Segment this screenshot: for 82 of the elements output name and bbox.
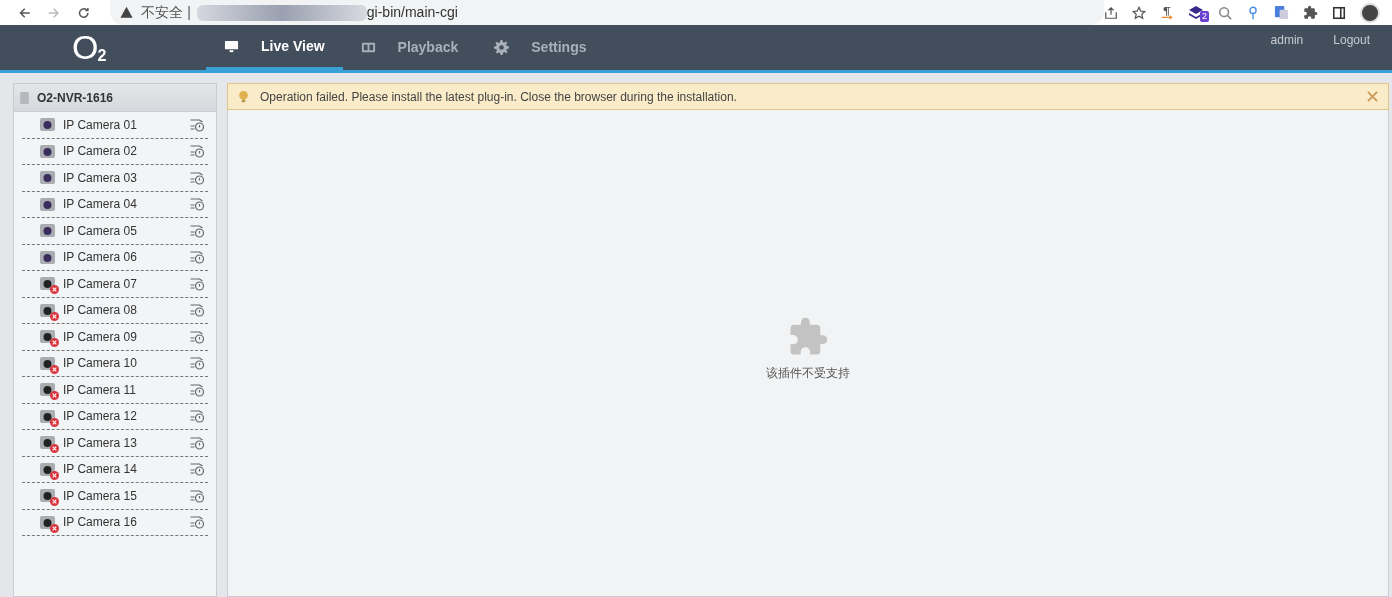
warning-icon bbox=[120, 6, 134, 19]
camera-item[interactable]: IP Camera 08 bbox=[22, 297, 208, 324]
camera-icon bbox=[40, 250, 55, 264]
camera-item[interactable]: IP Camera 05 bbox=[22, 218, 208, 245]
magnifier-icon[interactable] bbox=[1218, 5, 1232, 20]
camera-icon bbox=[40, 224, 55, 238]
error-icon bbox=[50, 417, 59, 427]
error-icon bbox=[50, 497, 59, 507]
playback-clock-icon[interactable] bbox=[189, 435, 206, 450]
playback-clock-icon[interactable] bbox=[189, 117, 206, 132]
playback-clock-icon[interactable] bbox=[189, 250, 206, 265]
error-icon bbox=[50, 470, 59, 480]
camera-icon bbox=[40, 515, 55, 529]
playback-clock-icon[interactable] bbox=[189, 382, 206, 397]
share-icon[interactable] bbox=[1104, 5, 1118, 20]
playback-clock-icon[interactable] bbox=[189, 409, 206, 424]
camera-icon bbox=[40, 171, 55, 185]
device-icon bbox=[20, 91, 29, 104]
sidepanel-icon[interactable] bbox=[1332, 5, 1346, 20]
camera-icon bbox=[40, 118, 55, 132]
star-icon[interactable] bbox=[1132, 5, 1146, 20]
error-icon bbox=[50, 364, 59, 374]
logo: O2 bbox=[72, 27, 108, 68]
pilcrow-icon[interactable] bbox=[1160, 5, 1174, 20]
playback-clock-icon[interactable] bbox=[189, 488, 206, 503]
username: admin bbox=[1270, 32, 1304, 49]
camera-item[interactable]: IP Camera 07 bbox=[22, 271, 208, 298]
url-text: gi-bin/main-cgi bbox=[366, 3, 458, 22]
playback-clock-icon[interactable] bbox=[189, 170, 206, 185]
reload-icon[interactable] bbox=[76, 5, 91, 20]
camera-item[interactable]: IP Camera 15 bbox=[22, 483, 208, 510]
playback-clock-icon[interactable] bbox=[189, 223, 206, 238]
plugin-message: 该插件不受支持 bbox=[766, 365, 850, 382]
puzzle-icon bbox=[1303, 5, 1318, 20]
camera-item[interactable]: IP Camera 02 bbox=[22, 138, 208, 165]
nav-tab[interactable]: Playback bbox=[342, 25, 477, 70]
camera-item[interactable]: IP Camera 13 bbox=[22, 430, 208, 457]
error-icon bbox=[50, 523, 59, 533]
playback-clock-icon[interactable] bbox=[189, 462, 206, 477]
pin-icon[interactable] bbox=[1246, 5, 1260, 20]
playback-clock-icon[interactable] bbox=[189, 356, 206, 371]
gear-icon bbox=[494, 40, 510, 55]
camera-icon bbox=[40, 356, 55, 370]
error-icon bbox=[50, 444, 59, 454]
playback-clock-icon[interactable] bbox=[189, 303, 206, 318]
camera-icon bbox=[40, 303, 55, 317]
error-icon bbox=[50, 285, 59, 295]
error-icon bbox=[50, 391, 59, 401]
layers-icon[interactable] bbox=[1188, 4, 1204, 21]
camera-icon bbox=[40, 197, 55, 211]
playback-clock-icon[interactable] bbox=[189, 197, 206, 212]
camera-icon bbox=[40, 462, 55, 476]
camera-item[interactable]: IP Camera 03 bbox=[22, 165, 208, 192]
error-icon bbox=[50, 338, 59, 348]
camera-item[interactable]: IP Camera 10 bbox=[22, 350, 208, 377]
nav-tab[interactable]: Live View bbox=[206, 25, 343, 70]
camera-icon bbox=[40, 409, 55, 423]
camera-item[interactable]: IP Camera 14 bbox=[22, 456, 208, 483]
extension-badge: 2 bbox=[1200, 10, 1209, 22]
camera-item[interactable]: IP Camera 09 bbox=[22, 324, 208, 351]
profile-avatar[interactable] bbox=[1360, 2, 1380, 23]
playback-clock-icon[interactable] bbox=[189, 329, 206, 344]
monitor-icon bbox=[224, 38, 239, 54]
logout-link[interactable]: Logout bbox=[1333, 31, 1370, 49]
nav-tab[interactable]: Settings bbox=[476, 25, 605, 70]
camera-icon bbox=[40, 144, 55, 158]
banner-message: Operation failed. Please install the latest plug-in. Close the browser during the installation. bbox=[260, 88, 737, 106]
security-label: 不安全 | bbox=[141, 3, 191, 22]
address-bar[interactable]: 不安全 | gi-bin/main-cgi bbox=[110, 0, 1104, 25]
camera-item[interactable]: IP Camera 04 bbox=[22, 191, 208, 218]
playback-clock-icon[interactable] bbox=[189, 144, 206, 159]
camera-item[interactable]: IP Camera 11 bbox=[22, 377, 208, 404]
error-icon bbox=[50, 311, 59, 321]
playback-clock-icon[interactable] bbox=[189, 276, 206, 291]
camera-item[interactable]: IP Camera 12 bbox=[22, 403, 208, 430]
camera-item[interactable]: IP Camera 01 bbox=[22, 112, 208, 139]
playback-clock-icon[interactable] bbox=[189, 515, 206, 530]
camera-item[interactable]: IP Camera 06 bbox=[22, 244, 208, 271]
camera-item[interactable]: IP Camera 16 bbox=[22, 509, 208, 536]
device-header[interactable]: O2-NVR-1616 bbox=[14, 84, 216, 112]
lightbulb-icon bbox=[238, 89, 249, 104]
film-icon bbox=[360, 40, 376, 55]
